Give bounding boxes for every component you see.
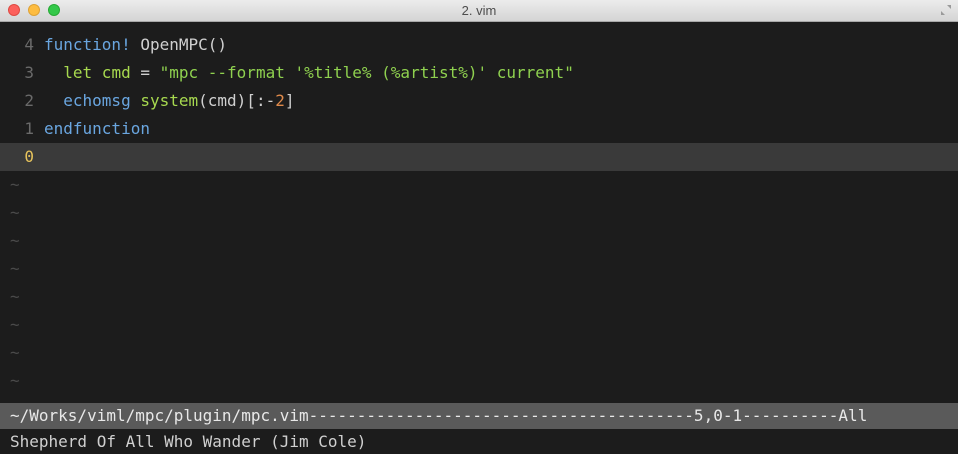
- status-line: ~/Works/viml/mpc/plugin/mpc.vim---------…: [0, 403, 958, 429]
- code-text: function! OpenMPC(): [44, 35, 227, 54]
- empty-line-tilde: ~: [10, 371, 20, 390]
- code-line[interactable]: 1 endfunction: [0, 115, 958, 143]
- code-token: =: [130, 63, 160, 82]
- code-line[interactable]: 2 echomsg system(cmd)[:-2]: [0, 87, 958, 115]
- code-token: 2: [275, 91, 285, 110]
- empty-line-tilde: ~: [10, 315, 20, 334]
- line-number: 3: [24, 63, 34, 82]
- title-bar[interactable]: 2. vim: [0, 0, 958, 22]
- empty-line-tilde: ~: [10, 343, 20, 362]
- line-number: 1: [24, 119, 34, 138]
- terminal-window: 2. vim 4 function! OpenMPC() 3 let cmd = "…: [0, 0, 958, 454]
- line-number: 4: [24, 35, 34, 54]
- code-line[interactable]: 4 function! OpenMPC(): [0, 31, 958, 59]
- code-token: system: [130, 91, 199, 110]
- code-text: endfunction: [44, 119, 150, 138]
- code-token: endfunction: [44, 119, 150, 138]
- code-token: OpenMPC(): [130, 35, 228, 54]
- empty-line-tilde: ~: [10, 231, 20, 250]
- fullscreen-icon[interactable]: [940, 4, 952, 16]
- code-token: echomsg: [44, 91, 131, 110]
- vim-buffer[interactable]: 4 function! OpenMPC() 3 let cmd = "mpc --f…: [0, 31, 958, 395]
- empty-line-tilde: ~: [10, 175, 20, 194]
- empty-line-tilde: ~: [10, 287, 20, 306]
- code-token: (cmd)[:-: [198, 91, 276, 110]
- line-number: 2: [24, 91, 34, 110]
- code-token: cmd: [92, 63, 131, 82]
- code-text: let cmd = "mpc --format '%title% (%artis…: [44, 63, 574, 82]
- code-token: let: [44, 63, 93, 82]
- code-token: ]: [284, 91, 295, 110]
- window-title: 2. vim: [461, 3, 497, 18]
- current-line[interactable]: 0: [0, 143, 958, 171]
- command-line-message[interactable]: Shepherd Of All Who Wander (Jim Cole): [0, 429, 958, 454]
- empty-line-tilde: ~: [10, 203, 20, 222]
- empty-line-tilde: ~: [10, 259, 20, 278]
- code-token: function!: [44, 35, 131, 54]
- code-token: "mpc --format '%title% (%artist%)' curre…: [159, 63, 574, 82]
- line-number: 0: [24, 147, 34, 166]
- code-line[interactable]: 3 let cmd = "mpc --format '%title% (%art…: [0, 59, 958, 87]
- code-text: echomsg system(cmd)[:-2]: [44, 91, 294, 110]
